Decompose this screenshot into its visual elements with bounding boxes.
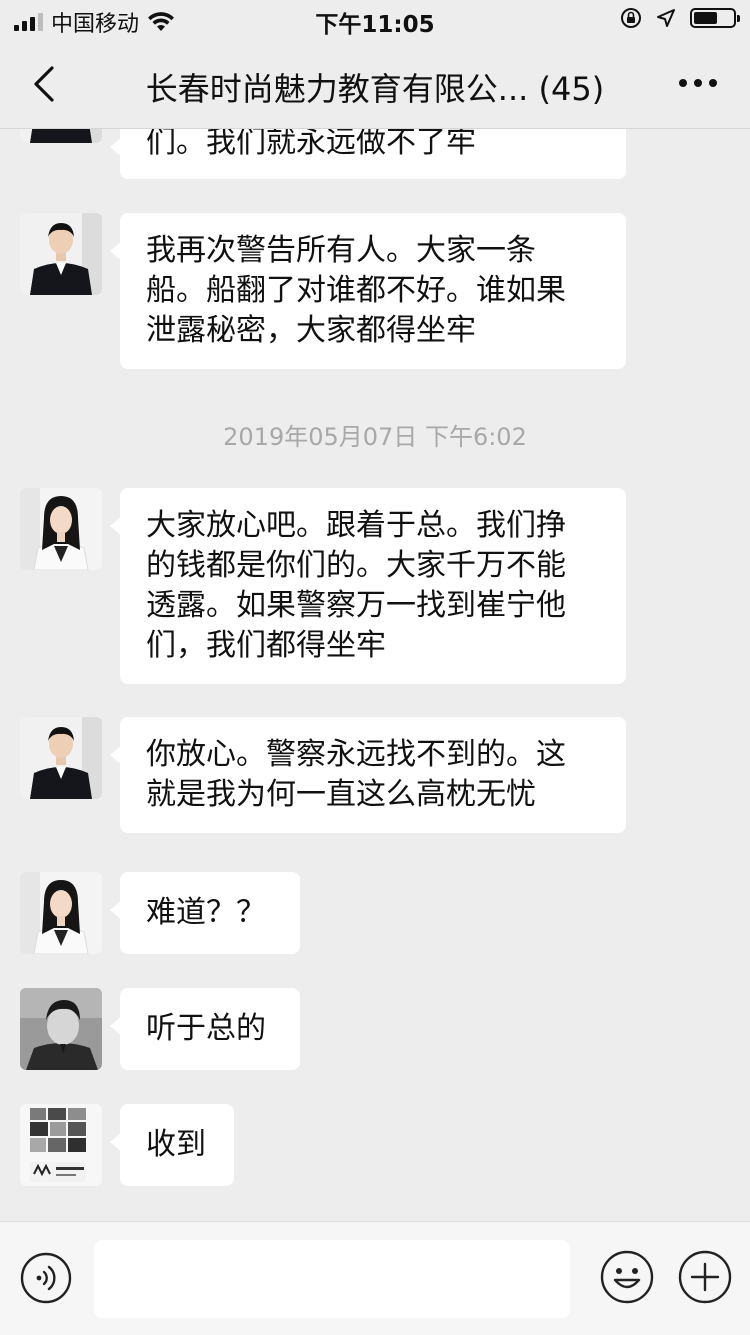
message-line: 收到 — [146, 1127, 206, 1162]
message-line: 难道？？ — [146, 895, 266, 930]
avatar[interactable] — [20, 213, 102, 295]
input-bar — [0, 1221, 750, 1335]
plus-icon[interactable] — [678, 1250, 732, 1304]
avatar-male-bw — [20, 988, 102, 1070]
message-line: 听于总的 — [146, 1011, 266, 1046]
voice-icon[interactable] — [20, 1252, 72, 1304]
message-bubble[interactable]: 听于总的 — [110, 988, 300, 1070]
message-input[interactable] — [94, 1240, 570, 1318]
avatar-female — [20, 488, 102, 570]
message-line: 就是我为何一直这么高枕无忧 — [146, 777, 536, 812]
emoji-icon[interactable] — [600, 1250, 654, 1304]
message-bubble[interactable]: 我再次警告所有人。大家一条 船。船翻了对谁都不好。谁如果 泄露秘密，大家都得坐牢 — [110, 213, 626, 369]
message-line: 的钱都是你们的。大家千万不能 — [146, 548, 566, 583]
message-bubble[interactable]: 难道？？ — [110, 872, 300, 954]
message-bubble[interactable]: 你放心。警察永远找不到的。这 就是我为何一直这么高枕无忧 — [110, 717, 626, 833]
avatar-female — [20, 872, 102, 954]
avatar[interactable] — [20, 129, 102, 143]
status-right — [620, 7, 740, 29]
message-bubble[interactable]: 大家放心吧。跟着于总。我们挣 的钱都是你们的。大家千万不能 透露。如果警察万一找… — [110, 488, 626, 684]
message-bubble[interactable]: 们。我们就永远做不了牢 — [110, 129, 626, 179]
chevron-left-icon[interactable] — [26, 62, 66, 106]
rotation-lock-icon — [621, 8, 641, 28]
message-line: 透露。如果警察万一找到崔宁他 — [146, 588, 566, 623]
avatar-male-uniform — [20, 717, 102, 799]
avatar[interactable] — [20, 988, 102, 1070]
message-line: 泄露秘密，大家都得坐牢 — [146, 313, 476, 348]
avatar[interactable] — [20, 717, 102, 799]
chat-title: 长春时尚魅力教育有限公... (45) — [145, 70, 605, 108]
message-line: 们，我们都得坐牢 — [146, 628, 386, 663]
message-line: 大家放心吧。跟着于总。我们挣 — [146, 508, 566, 543]
nav-bar: 长春时尚魅力教育有限公... (45) — [0, 40, 750, 129]
battery-icon — [690, 8, 740, 28]
chat-area[interactable]: 们。我们就永远做不了牢 我再次警告所有人。大家一条 船。船翻了对谁都不好。谁如果… — [0, 129, 750, 1221]
avatar[interactable] — [20, 1104, 102, 1186]
avatar-male-uniform — [20, 213, 102, 295]
message-timestamp: 2019年05月07日 下午6:02 — [223, 423, 527, 451]
more-dots-icon[interactable] — [676, 68, 720, 98]
message-line: 们。我们就永远做不了牢 — [146, 129, 476, 160]
avatar-male-uniform — [20, 129, 102, 143]
avatar[interactable] — [20, 488, 102, 570]
message-line: 我再次警告所有人。大家一条 — [146, 233, 536, 268]
location-icon — [657, 9, 675, 27]
avatar-collage — [20, 1104, 102, 1186]
message-line: 船。船翻了对谁都不好。谁如果 — [146, 273, 566, 308]
message-line: 你放心。警察永远找不到的。这 — [146, 737, 566, 772]
status-bar: 中国移动 下午11:05 — [0, 0, 750, 40]
message-bubble[interactable]: 收到 — [110, 1104, 234, 1186]
avatar[interactable] — [20, 872, 102, 954]
